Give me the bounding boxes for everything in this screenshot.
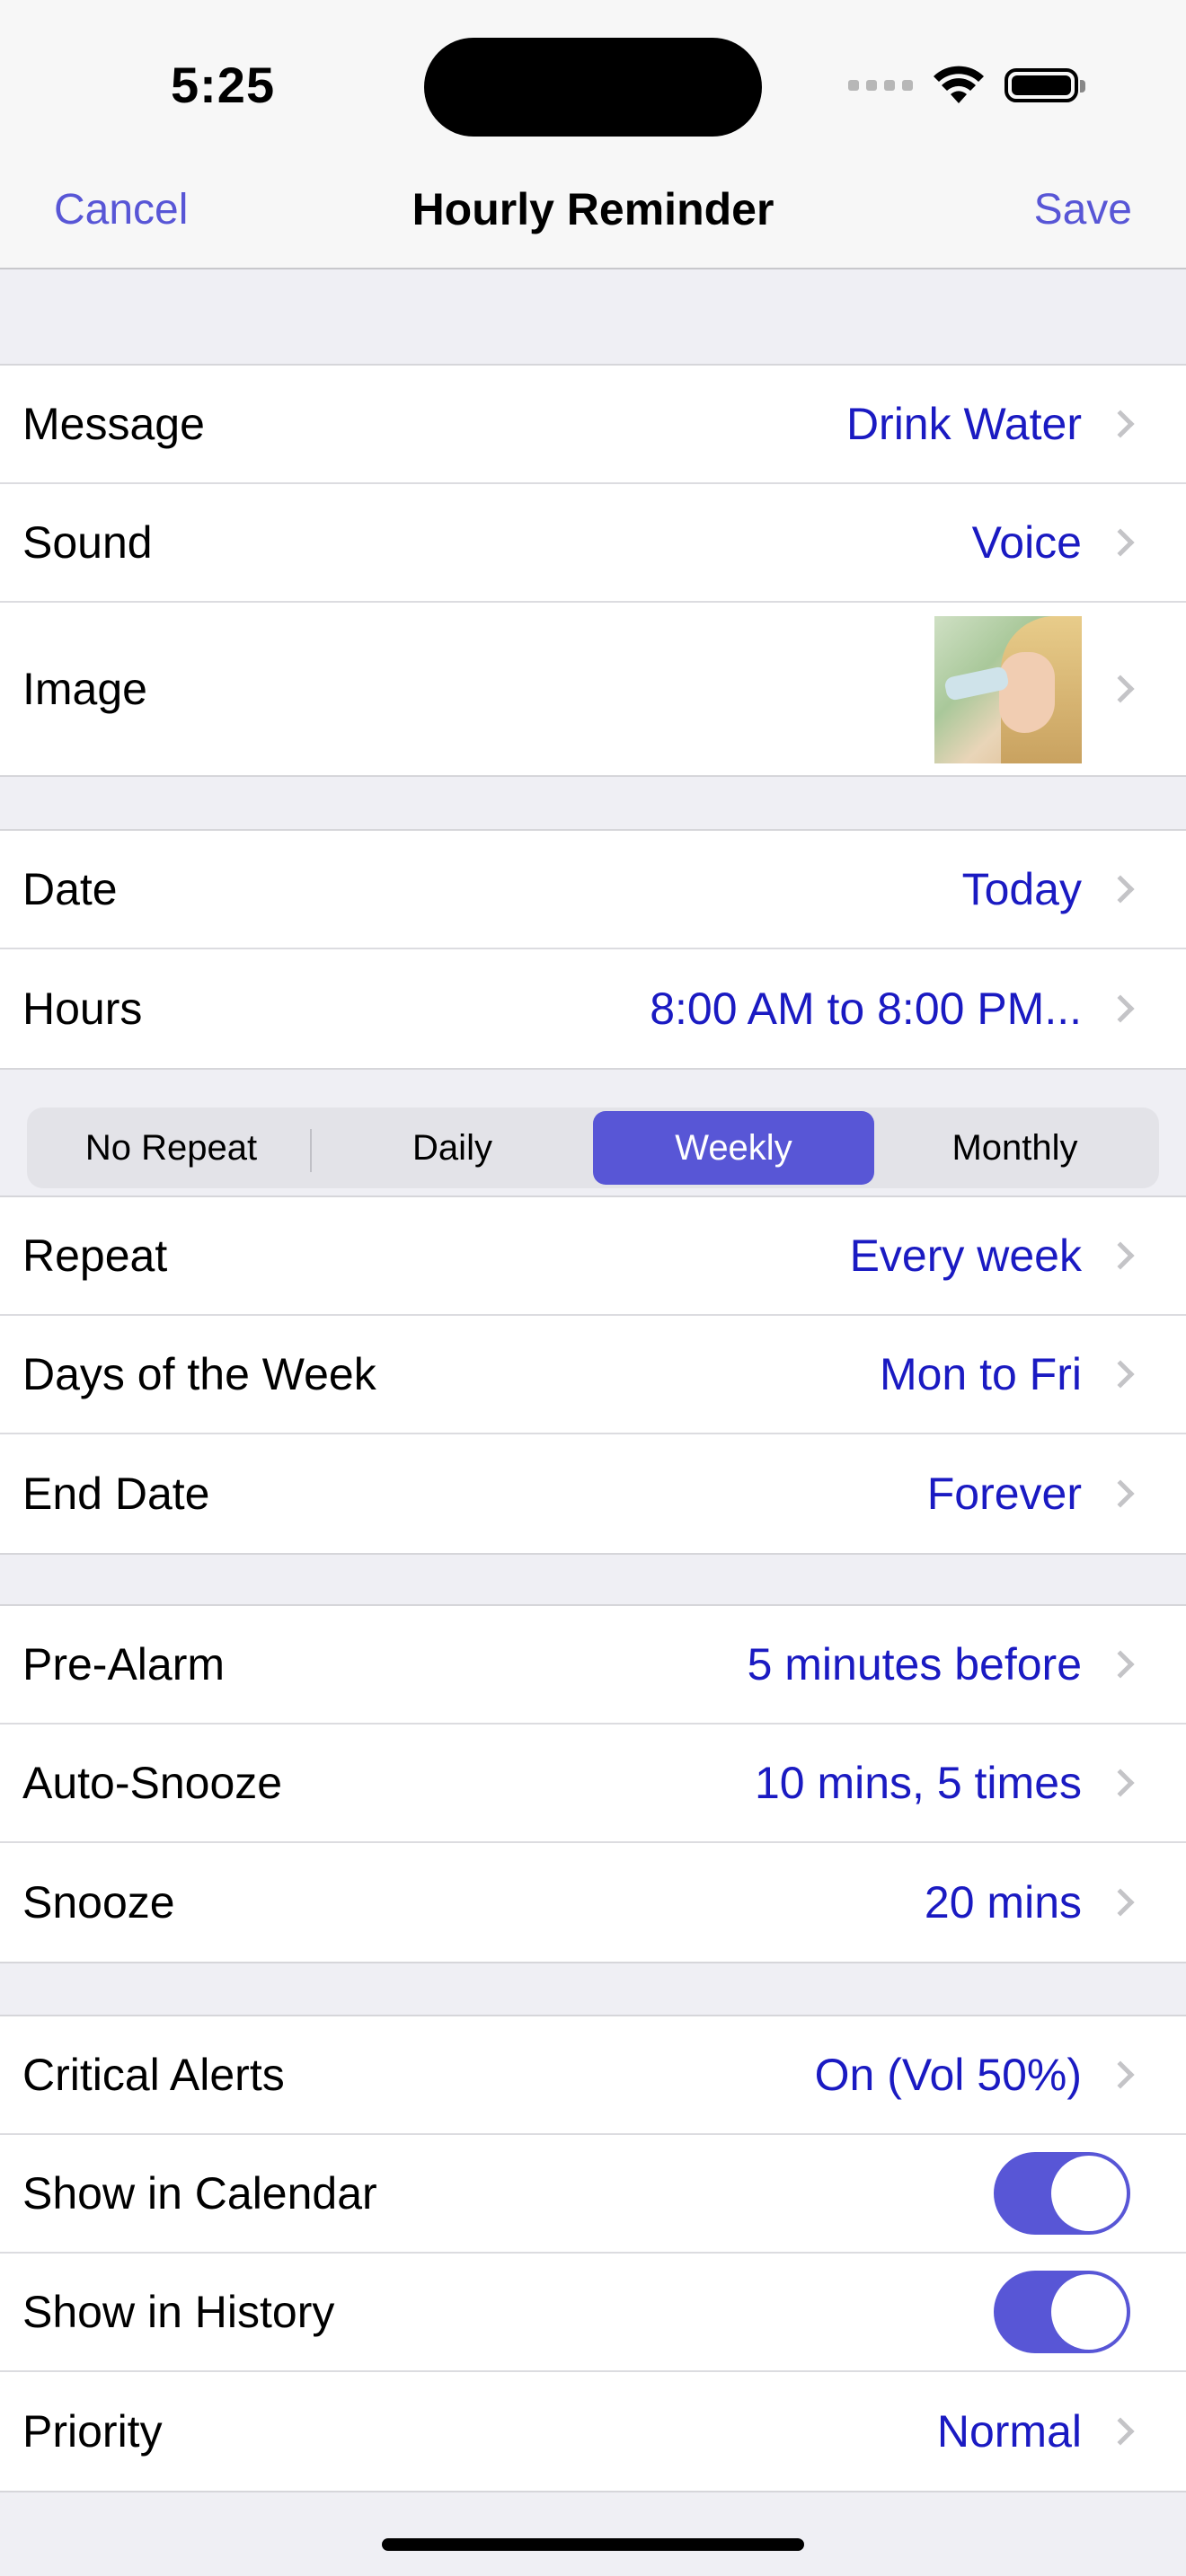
status-time: 5:25 <box>171 57 276 113</box>
chevron-right-icon <box>1106 875 1135 904</box>
priority-label: Priority <box>22 2406 163 2457</box>
snooze-value: 20 mins <box>924 1877 1082 1928</box>
date-value: Today <box>961 864 1082 914</box>
options-group: Critical Alerts On (Vol 50%) Show in Cal… <box>0 2015 1186 2492</box>
pre-alarm-row[interactable]: Pre-Alarm 5 minutes before <box>0 1606 1186 1725</box>
hours-label: Hours <box>22 984 143 1034</box>
message-label: Message <box>22 399 205 449</box>
repeat-segmented-control: No Repeat Daily Weekly Monthly <box>27 1107 1159 1188</box>
segment-label: No Repeat <box>84 1127 258 1168</box>
priority-row[interactable]: Priority Normal <box>0 2372 1186 2491</box>
segment-label: Daily <box>412 1127 492 1168</box>
save-button[interactable]: Save <box>1034 185 1132 234</box>
segment-monthly[interactable]: Monthly <box>874 1111 1155 1185</box>
repeat-row[interactable]: Repeat Every week <box>0 1197 1186 1316</box>
auto-snooze-value: 10 mins, 5 times <box>754 1758 1082 1808</box>
chevron-right-icon <box>1106 2060 1135 2089</box>
chevron-right-icon <box>1106 410 1135 438</box>
sound-value: Voice <box>971 517 1082 568</box>
show-in-calendar-toggle[interactable] <box>994 2152 1130 2235</box>
segment-label: Monthly <box>951 1127 1078 1168</box>
image-label: Image <box>22 664 147 714</box>
hours-row[interactable]: Hours 8:00 AM to 8:00 PM... <box>0 949 1186 1068</box>
days-label: Days of the Week <box>22 1349 376 1399</box>
chevron-right-icon <box>1106 1479 1135 1508</box>
end-date-label: End Date <box>22 1469 210 1519</box>
status-icons <box>848 63 1085 108</box>
battery-icon <box>1005 68 1085 102</box>
page-title: Hourly Reminder <box>412 184 774 234</box>
segment-daily[interactable]: Daily <box>312 1111 593 1185</box>
show-in-history-label: Show in History <box>22 2287 335 2337</box>
days-of-week-row[interactable]: Days of the Week Mon to Fri <box>0 1316 1186 1434</box>
repeat-group: Repeat Every week Days of the Week Mon t… <box>0 1195 1186 1555</box>
chevron-right-icon <box>1106 528 1135 557</box>
alarm-group: Pre-Alarm 5 minutes before Auto-Snooze 1… <box>0 1604 1186 1963</box>
status-bar: 5:25 <box>0 0 1186 153</box>
hours-value: 8:00 AM to 8:00 PM... <box>650 984 1082 1034</box>
chevron-right-icon <box>1106 1888 1135 1917</box>
segment-label: Weekly <box>675 1127 792 1168</box>
sound-label: Sound <box>22 517 153 568</box>
auto-snooze-label: Auto-Snooze <box>22 1758 283 1808</box>
auto-snooze-row[interactable]: Auto-Snooze 10 mins, 5 times <box>0 1725 1186 1843</box>
chevron-right-icon <box>1106 994 1135 1023</box>
chevron-right-icon <box>1106 1241 1135 1270</box>
home-indicator[interactable] <box>382 2538 804 2551</box>
pre-alarm-label: Pre-Alarm <box>22 1639 226 1689</box>
wifi-icon <box>934 66 984 103</box>
cellular-signal-icon <box>848 80 913 91</box>
end-date-value: Forever <box>926 1469 1082 1519</box>
critical-alerts-label: Critical Alerts <box>22 2050 285 2100</box>
repeat-value: Every week <box>849 1231 1082 1281</box>
priority-value: Normal <box>936 2406 1082 2457</box>
message-row[interactable]: Message Drink Water <box>0 366 1186 484</box>
show-in-history-toggle[interactable] <box>994 2271 1130 2353</box>
show-in-calendar-row: Show in Calendar <box>0 2135 1186 2254</box>
show-in-calendar-label: Show in Calendar <box>22 2168 377 2219</box>
days-value: Mon to Fri <box>879 1349 1082 1399</box>
image-row[interactable]: Image <box>0 603 1186 775</box>
message-value: Drink Water <box>845 399 1082 449</box>
navigation-bar: Cancel Hourly Reminder Save <box>0 153 1186 269</box>
pre-alarm-value: 5 minutes before <box>747 1639 1082 1689</box>
show-in-history-row: Show in History <box>0 2254 1186 2372</box>
image-thumbnail <box>934 616 1082 763</box>
date-label: Date <box>22 864 118 914</box>
date-row[interactable]: Date Today <box>0 831 1186 949</box>
schedule-group: Date Today Hours 8:00 AM to 8:00 PM... <box>0 829 1186 1070</box>
chevron-right-icon <box>1106 1650 1135 1679</box>
end-date-row[interactable]: End Date Forever <box>0 1434 1186 1553</box>
critical-alerts-value: On (Vol 50%) <box>814 2050 1082 2100</box>
segment-weekly[interactable]: Weekly <box>593 1111 874 1185</box>
critical-alerts-row[interactable]: Critical Alerts On (Vol 50%) <box>0 2016 1186 2135</box>
snooze-row[interactable]: Snooze 20 mins <box>0 1843 1186 1962</box>
chevron-right-icon <box>1106 1360 1135 1389</box>
chevron-right-icon <box>1106 675 1135 703</box>
snooze-label: Snooze <box>22 1877 175 1928</box>
segment-no-repeat[interactable]: No Repeat <box>31 1111 312 1185</box>
dynamic-island <box>424 38 762 137</box>
repeat-label: Repeat <box>22 1231 168 1281</box>
chevron-right-icon <box>1106 2417 1135 2446</box>
content-group: Message Drink Water Sound Voice Image <box>0 364 1186 777</box>
sound-row[interactable]: Sound Voice <box>0 484 1186 603</box>
chevron-right-icon <box>1106 1769 1135 1797</box>
